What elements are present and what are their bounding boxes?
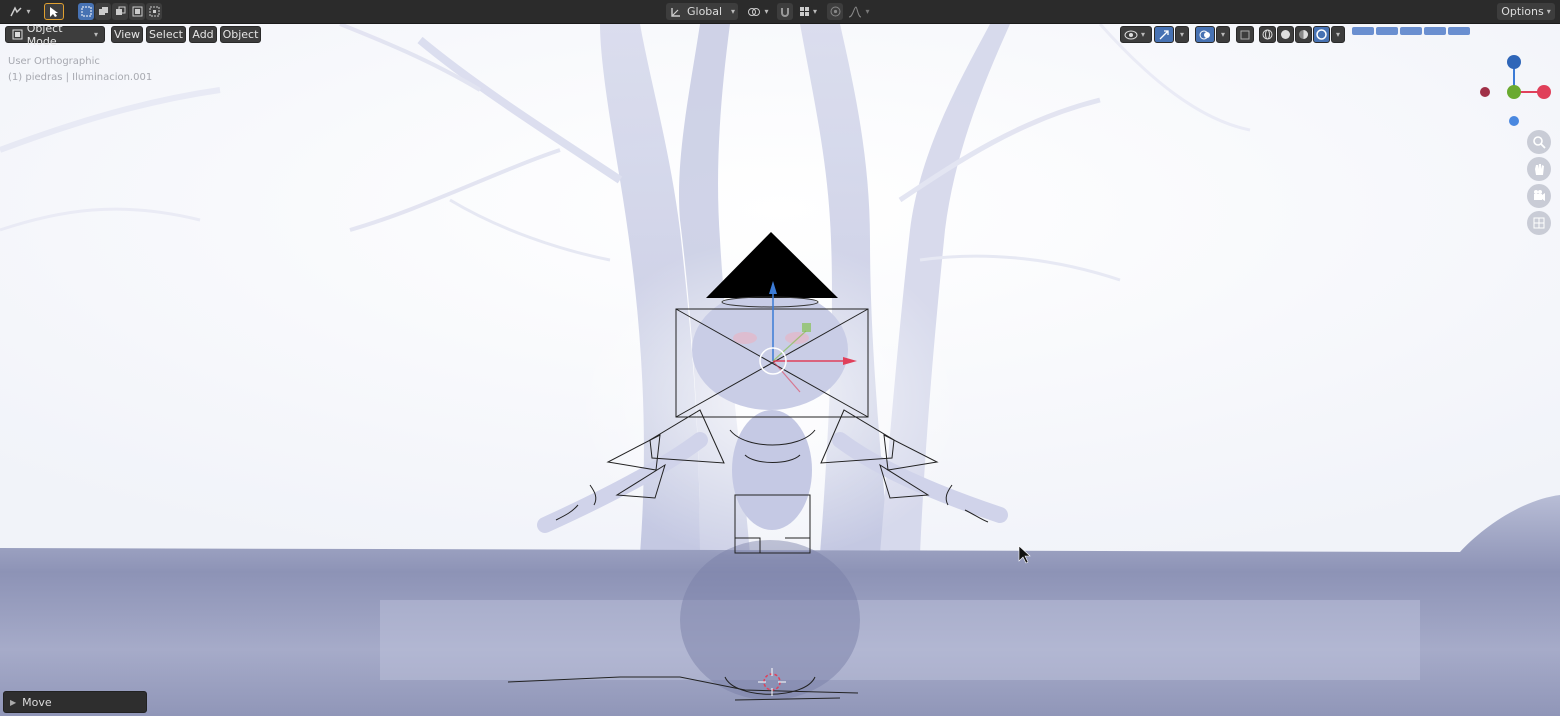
expand-arrow-icon: ▶: [10, 697, 17, 707]
mode-label: Object Mode: [26, 24, 63, 48]
object-info-label: (1) piedras | Iluminacion.001: [8, 72, 153, 83]
gizmo-y-ball: [1507, 85, 1521, 99]
invert-mode-button[interactable]: [129, 3, 145, 20]
extend-mode-icon: [98, 7, 108, 15]
mode-dropdown[interactable]: Object Mode ▾: [5, 24, 105, 48]
3d-viewport[interactable]: Object Mode ▾ View Select Add Object ▾ ▾ …: [0, 24, 1560, 716]
overlay-toggle[interactable]: [1195, 26, 1215, 43]
gizmo-icon: [1159, 29, 1169, 39]
intersect-mode-button[interactable]: [146, 3, 162, 20]
snap-icon: [781, 7, 789, 17]
overlay-dropdown[interactable]: ▾: [1216, 26, 1230, 43]
character-eye: [785, 332, 809, 344]
camera-view-button[interactable]: [1527, 184, 1551, 208]
select-tool-button[interactable]: [44, 3, 64, 20]
snap-toggle[interactable]: [777, 3, 793, 20]
options-dropdown[interactable]: Options ▾: [1497, 3, 1555, 20]
orientation-icon: [671, 7, 680, 17]
orientation-label: Global: [687, 5, 723, 18]
character-head: [692, 290, 848, 410]
zoom-icon: [1533, 136, 1546, 149]
snap-target-dropdown[interactable]: ▾: [794, 3, 822, 20]
menu-select[interactable]: Select: [146, 26, 186, 43]
grid-perspective-icon: [1533, 217, 1545, 229]
pan-button[interactable]: [1527, 157, 1551, 181]
character-body: [732, 410, 812, 530]
operator-label: Move: [22, 695, 52, 709]
editor-type-icon: [10, 5, 23, 16]
gizmo-neg-x-ball: [1480, 87, 1490, 97]
snap-increment-icon: [799, 7, 809, 16]
falloff-dropdown[interactable]: ▾: [845, 3, 873, 20]
menu-add[interactable]: Add: [189, 26, 217, 43]
camera-icon: [1534, 190, 1545, 201]
transform-orientation-dropdown[interactable]: Global ▾: [666, 3, 738, 20]
top-header: ▾ Global ▾ ▾ ▾ ▾ Options ▾: [0, 0, 1560, 24]
shading-material[interactable]: [1295, 26, 1312, 43]
editor-type-button[interactable]: ▾: [6, 3, 34, 20]
cursor-tool-icon: [50, 6, 58, 17]
menu-object[interactable]: Object: [220, 26, 261, 43]
solid-sphere-icon: [1281, 30, 1290, 39]
options-label: Options: [1501, 5, 1544, 18]
falloff-curve-icon: [849, 5, 862, 17]
material-sphere-icon: [1299, 30, 1308, 39]
gizmo-z-ball: [1507, 55, 1521, 69]
shading-rendered[interactable]: [1313, 26, 1330, 43]
set-mode-icon: [81, 6, 91, 17]
viewport-scene: [0, 24, 1560, 716]
scroll-tabs[interactable]: [1352, 27, 1470, 35]
set-mode-button[interactable]: [78, 3, 94, 20]
eye-icon: [1124, 30, 1138, 39]
xray-toggle[interactable]: [1236, 26, 1254, 43]
zoom-button[interactable]: [1527, 130, 1551, 154]
xray-icon: [1240, 30, 1250, 39]
hand-pan-icon: [1535, 164, 1544, 175]
wireframe-sphere-icon: [1262, 29, 1273, 40]
menu-view[interactable]: View: [111, 26, 143, 43]
last-operator-panel[interactable]: ▶ Move: [3, 691, 147, 713]
gizmo-neg-z-ball: [1509, 116, 1519, 126]
character-eye: [733, 332, 757, 344]
gizmo-dropdown[interactable]: ▾: [1175, 26, 1189, 43]
overlay-icon: [1199, 30, 1210, 39]
gizmo-toggle[interactable]: [1154, 26, 1174, 43]
pivot-point-icon: [748, 7, 761, 16]
gizmo-plane-handle: [802, 323, 811, 332]
view-name-label: User Orthographic: [8, 56, 100, 67]
intersect-mode-icon: [149, 6, 159, 17]
ground-shadow: [680, 540, 860, 700]
shading-solid[interactable]: [1277, 26, 1294, 43]
visibility-dropdown[interactable]: ▾: [1120, 26, 1152, 43]
rendered-sphere-icon: [1316, 29, 1327, 40]
gizmo-x-ball: [1537, 85, 1551, 99]
object-mode-icon: [12, 29, 23, 40]
subtract-mode-button[interactable]: [112, 3, 128, 20]
shading-wireframe[interactable]: [1259, 26, 1276, 43]
extend-mode-button[interactable]: [95, 3, 111, 20]
pivot-point-dropdown[interactable]: ▾: [744, 3, 772, 20]
proportional-edit-toggle[interactable]: [827, 3, 843, 20]
subtract-mode-icon: [115, 6, 125, 15]
ground-highlight: [380, 600, 1420, 680]
proportional-edit-icon: [830, 6, 840, 17]
perspective-toggle-button[interactable]: [1527, 211, 1551, 235]
invert-mode-icon: [132, 6, 142, 17]
shading-dropdown[interactable]: ▾: [1331, 26, 1345, 43]
